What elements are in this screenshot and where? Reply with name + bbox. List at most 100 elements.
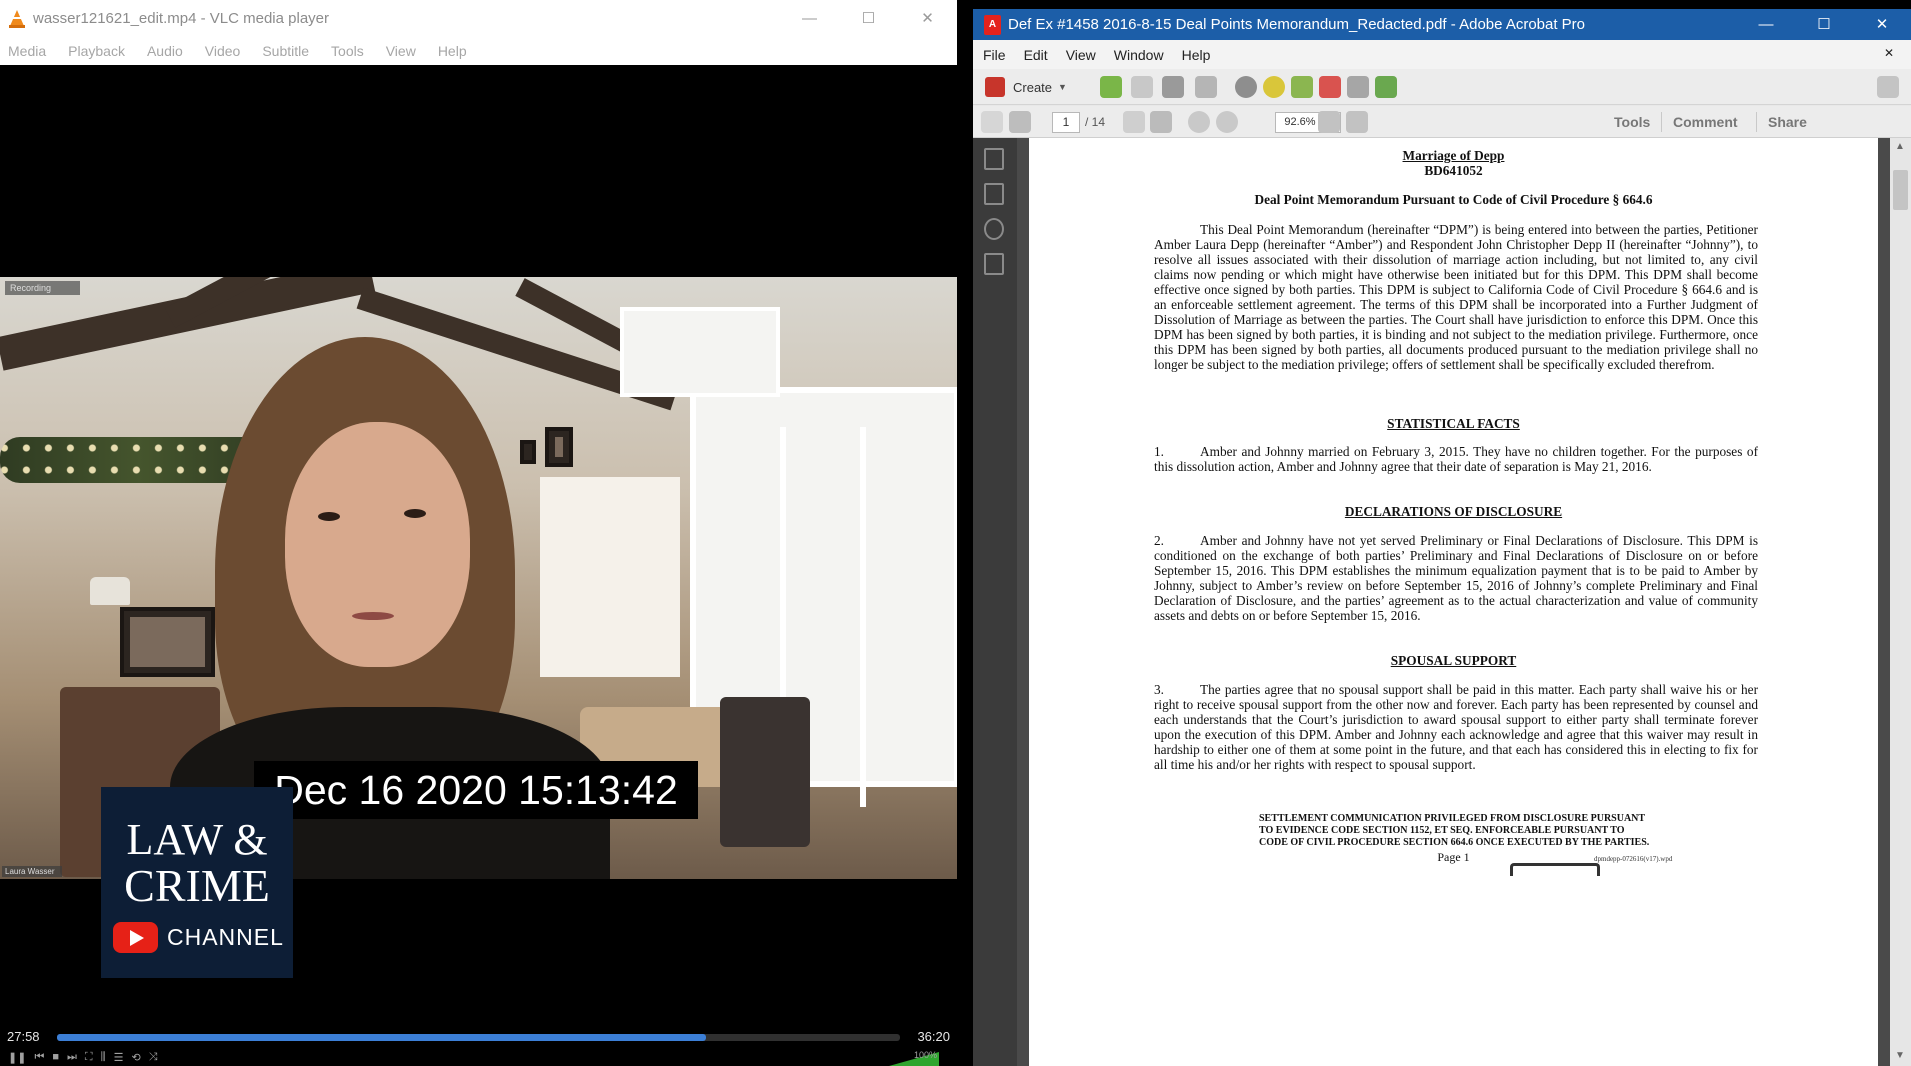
menu-help[interactable]: Help	[438, 43, 467, 59]
create-pdf-icon	[985, 77, 1005, 97]
vlc-window-title: wasser121621_edit.mp4 - VLC media player	[33, 10, 329, 27]
vlc-titlebar[interactable]: wasser121621_edit.mp4 - VLC media player…	[0, 0, 957, 37]
menu-playback[interactable]: Playback	[68, 43, 125, 59]
pause-icon[interactable]: ❚❚	[8, 1051, 26, 1064]
hand-tool-icon[interactable]	[1150, 111, 1172, 133]
attachments-icon[interactable]	[984, 218, 1004, 240]
menu-view[interactable]: View	[1066, 47, 1096, 63]
close-button[interactable]: ✕	[1853, 9, 1911, 40]
menu-file[interactable]: File	[983, 47, 1006, 63]
previous-page-icon[interactable]	[981, 111, 1003, 133]
vertical-scrollbar[interactable]: ▲ ▼	[1890, 138, 1911, 1066]
minimize-button[interactable]: —	[1737, 9, 1795, 40]
acrobat-menubar: File Edit View Window Help ✕	[973, 40, 1911, 69]
footer-line-1: SETTLEMENT COMMUNICATION PRIVILEGED FROM…	[1259, 813, 1646, 824]
minimize-button[interactable]: —	[780, 0, 839, 37]
prev-icon[interactable]: ⏮	[34, 1051, 44, 1064]
page-thumbnails-icon[interactable]	[984, 148, 1004, 170]
menu-edit[interactable]: Edit	[1024, 47, 1048, 63]
zoom-out-icon[interactable]	[1188, 111, 1210, 133]
participant-name-tag: Laura Wasser	[2, 866, 62, 877]
vlc-cone-icon	[9, 9, 25, 28]
open-folder-icon[interactable]	[1100, 76, 1122, 98]
person-face	[285, 422, 470, 667]
seek-bar[interactable]: 27:58 36:20	[0, 1026, 957, 1048]
window	[620, 307, 780, 397]
zoom-in-icon[interactable]	[1216, 111, 1238, 133]
elapsed-time: 27:58	[7, 1029, 40, 1044]
tab-tools[interactable]: Tools	[1614, 106, 1650, 138]
person-eye	[404, 509, 426, 518]
scroll-down-icon[interactable]: ▼	[1895, 1050, 1905, 1061]
video-surface[interactable]: Recording Laura Wasser Dec 16 2020 15:13…	[0, 65, 957, 1032]
scroll-thumb[interactable]	[1893, 170, 1908, 210]
menu-view[interactable]: View	[386, 43, 416, 59]
page-total: / 14	[1085, 115, 1106, 129]
create-button[interactable]: Create ▼	[985, 75, 1067, 99]
signatures-icon[interactable]	[984, 253, 1004, 275]
menu-window[interactable]: Window	[1114, 47, 1164, 63]
tab-separator	[1661, 112, 1662, 132]
bookmarks-icon[interactable]	[984, 183, 1004, 205]
settings-gear-icon[interactable]	[1235, 76, 1257, 98]
navigation-pane	[973, 138, 1017, 1066]
section-text-declarations: Amber and Johnny have not yet served Pre…	[1154, 533, 1758, 623]
comment-icon[interactable]	[1263, 76, 1285, 98]
page-number-input[interactable]: 1	[1052, 112, 1080, 133]
next-page-icon[interactable]	[1009, 111, 1031, 133]
loop-icon[interactable]: ⟲	[132, 1051, 141, 1064]
doc-case-number: BD641052	[1424, 163, 1483, 178]
maximize-button[interactable]: ☐	[1795, 9, 1853, 40]
maximize-button[interactable]: ☐	[839, 0, 898, 37]
export-icon[interactable]	[1347, 76, 1369, 98]
menu-help[interactable]: Help	[1182, 47, 1211, 63]
fullscreen-icon[interactable]: ⛶	[85, 1051, 93, 1064]
menu-media[interactable]: Media	[8, 43, 46, 59]
section-text-statistical-facts: Amber and Johnny married on February 3, …	[1154, 444, 1758, 474]
watermark-channel: CHANNEL	[167, 924, 284, 950]
doc-intro-paragraph: This Deal Point Memorandum (hereinafter …	[1154, 222, 1758, 372]
menu-subtitle[interactable]: Subtitle	[262, 43, 309, 59]
expand-icon[interactable]	[1877, 76, 1899, 98]
footer-line-3: CODE OF CIVIL PROCEDURE SECTION 664.6 ON…	[1259, 837, 1650, 848]
menu-video[interactable]: Video	[205, 43, 241, 59]
chair	[720, 697, 810, 847]
seek-track[interactable]	[57, 1034, 900, 1041]
save-icon[interactable]	[1131, 76, 1153, 98]
select-cursor-icon[interactable]	[1123, 111, 1145, 133]
recording-tag: Recording	[5, 281, 80, 295]
picture-frame	[545, 427, 573, 467]
extended-icon[interactable]: ⫼	[101, 1051, 106, 1064]
print-icon[interactable]	[1162, 76, 1184, 98]
menu-tools[interactable]: Tools	[331, 43, 364, 59]
stop-icon[interactable]: ■	[52, 1051, 59, 1063]
law-crime-watermark: LAW & CRIME CHANNEL	[101, 787, 293, 978]
tab-comment[interactable]: Comment	[1673, 106, 1738, 138]
section-heading-declarations: DECLARATIONS OF DISCLOSURE	[1344, 504, 1563, 519]
watermark-line2: CRIME	[124, 860, 270, 911]
close-document-icon[interactable]: ✕	[1884, 46, 1894, 60]
footer-line-2: TO EVIDENCE CODE SECTION 1152, ET SEQ. E…	[1259, 825, 1625, 836]
close-button[interactable]: ✕	[898, 0, 957, 37]
person-mouth	[352, 612, 394, 620]
fit-page-icon[interactable]	[1318, 111, 1340, 133]
video-timestamp: Dec 16 2020 15:13:42	[254, 761, 698, 819]
acrobat-nav-toolbar: 1 / 14 92.6% ▼ Tools Comment Share	[973, 106, 1911, 138]
seek-progress	[57, 1034, 707, 1041]
playlist-icon[interactable]: ☰	[114, 1051, 124, 1064]
acrobat-titlebar[interactable]: A Def Ex #1458 2016-8-15 Deal Points Mem…	[973, 9, 1911, 40]
door-frame	[860, 427, 866, 807]
document-area[interactable]: Marriage of Depp BD641052 Deal Point Mem…	[1017, 138, 1890, 1066]
email-icon[interactable]	[1195, 76, 1217, 98]
page-tab-indicator	[1510, 863, 1600, 876]
sign-icon[interactable]	[1375, 76, 1397, 98]
shuffle-icon[interactable]: ⤨	[149, 1051, 158, 1064]
acrobat-window: A Def Ex #1458 2016-8-15 Deal Points Mem…	[973, 9, 1911, 1066]
fit-width-icon[interactable]	[1346, 111, 1368, 133]
redact-icon[interactable]	[1319, 76, 1341, 98]
scroll-up-icon[interactable]: ▲	[1895, 141, 1905, 152]
highlight-icon[interactable]	[1291, 76, 1313, 98]
menu-audio[interactable]: Audio	[147, 43, 183, 59]
next-icon[interactable]: ⏭	[67, 1051, 77, 1064]
tab-share[interactable]: Share	[1768, 106, 1807, 138]
